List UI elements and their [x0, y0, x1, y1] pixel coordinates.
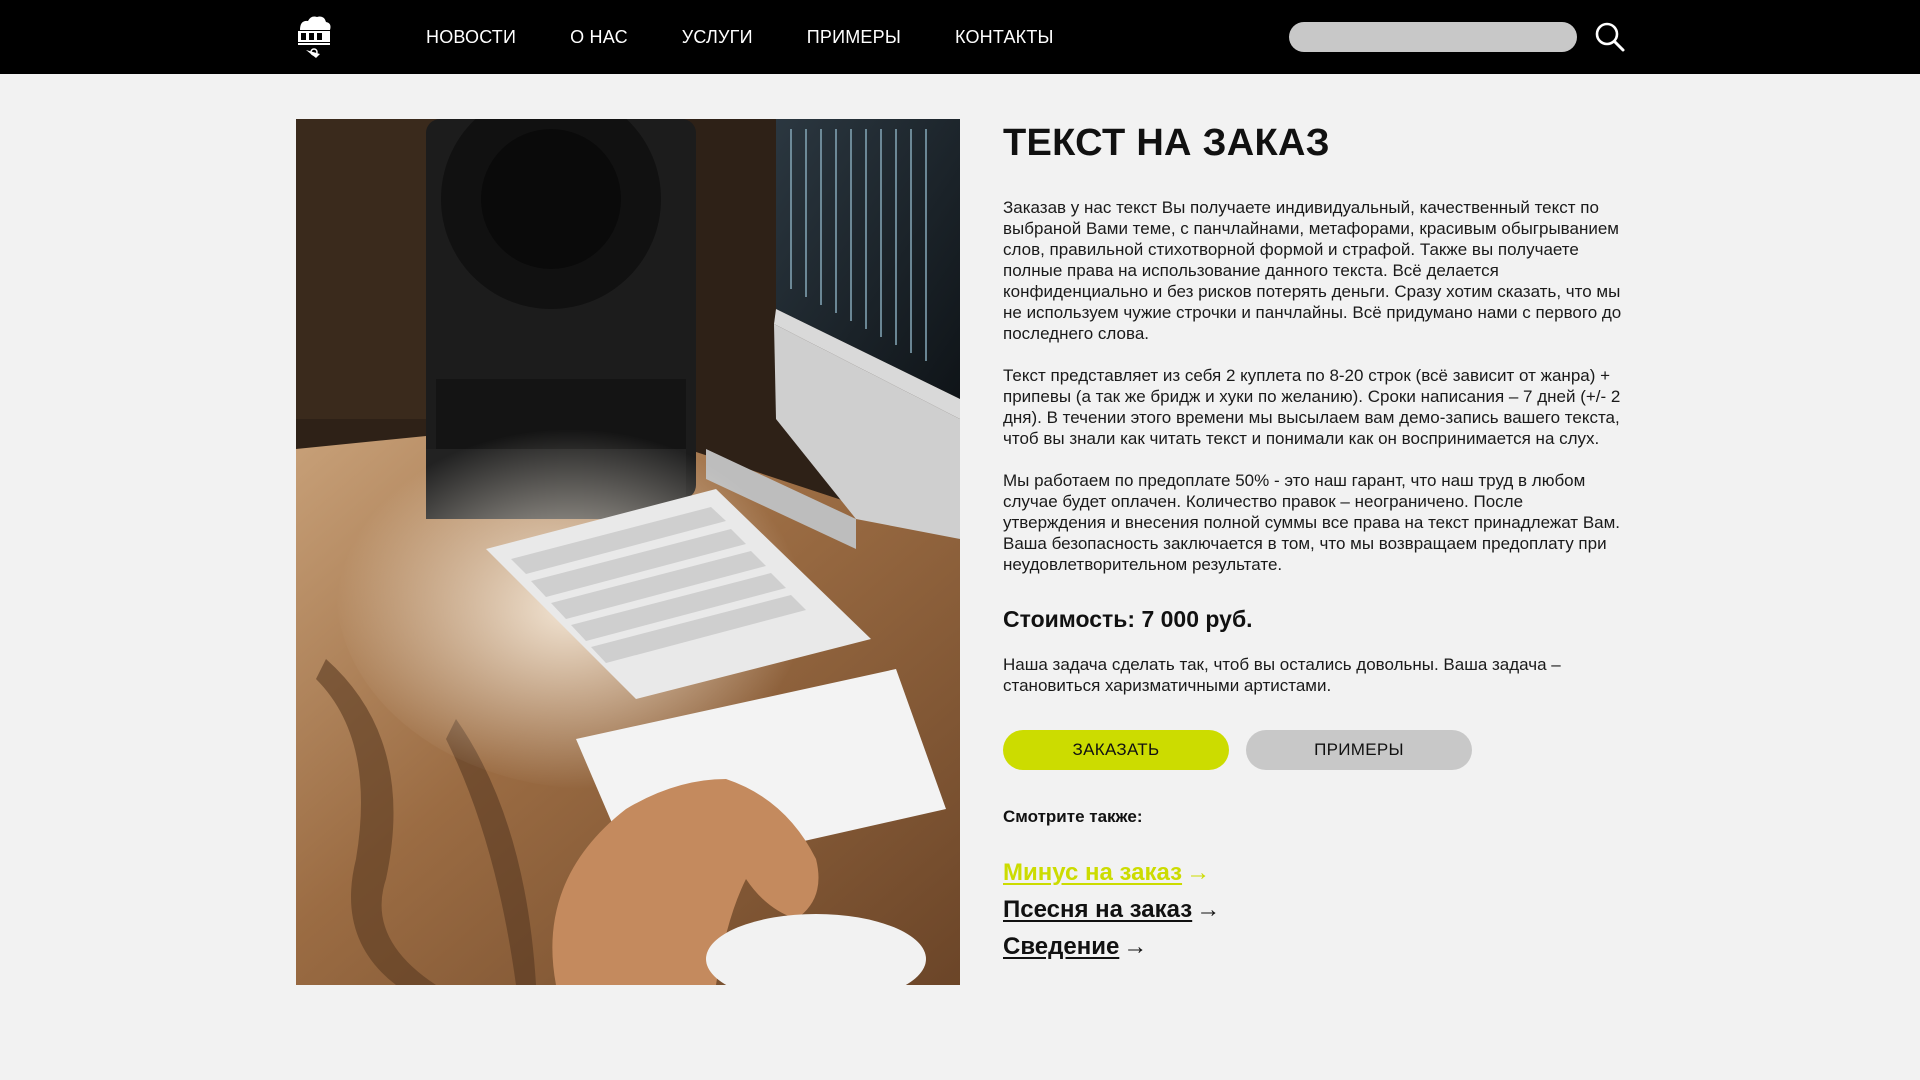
examples-button[interactable]: ПРИМЕРЫ — [1246, 730, 1472, 770]
action-buttons: ЗАКАЗАТЬ ПРИМЕРЫ — [1003, 730, 1625, 770]
description-paragraph-3: Мы работаем по предоплате 50% - это наш … — [1003, 471, 1621, 574]
logo[interactable] — [294, 14, 334, 60]
nav-item-contacts[interactable]: КОНТАКТЫ — [955, 27, 1054, 48]
top-navbar: НОВОСТИ О НАС УСЛУГИ ПРИМЕРЫ КОНТАКТЫ — [0, 0, 1920, 74]
search-icon[interactable] — [1594, 21, 1626, 53]
closing-paragraph: Наша задача сделать так, чтоб вы осталис… — [1003, 655, 1561, 695]
price-label: Стоимость: 7 000 руб. — [1003, 606, 1253, 632]
link-label[interactable]: Псесня на заказ — [1003, 896, 1192, 923]
see-also-link-mixing[interactable]: Сведение → — [1003, 928, 1625, 965]
page-title: ТЕКСТ НА ЗАКАЗ — [1003, 122, 1330, 164]
hero-image-studio-desk — [296, 119, 960, 985]
see-also-link-song[interactable]: Псесня на заказ → — [1003, 891, 1625, 928]
see-also-link-backing-track[interactable]: Минус на заказ → — [1003, 854, 1625, 891]
description-paragraph-1: Заказав у нас текст Вы получаете индивид… — [1003, 198, 1622, 343]
arrow-right-icon: → — [1196, 896, 1221, 923]
nav-item-about[interactable]: О НАС — [570, 27, 628, 48]
link-label[interactable]: Минус на заказ — [1003, 859, 1182, 886]
description-paragraph-2: Текст представляет из себя 2 куплета по … — [1003, 366, 1621, 448]
nav-item-examples[interactable]: ПРИМЕРЫ — [807, 27, 901, 48]
arrow-right-icon: → — [1123, 933, 1148, 960]
main-nav: НОВОСТИ О НАС УСЛУГИ ПРИМЕРЫ КОНТАКТЫ — [426, 0, 1108, 74]
see-also-label: Смотрите также: — [1003, 807, 1143, 826]
see-also-links: Минус на заказ → Псесня на заказ → Сведени… — [1003, 854, 1625, 965]
search-input[interactable] — [1289, 22, 1577, 52]
link-label[interactable]: Сведение — [1003, 933, 1119, 960]
nav-item-news[interactable]: НОВОСТИ — [426, 27, 516, 48]
arrow-right-icon: → — [1186, 859, 1211, 886]
main-content: ТЕКСТ НА ЗАКАЗ Заказав у нас текст Вы по… — [1003, 118, 1625, 965]
nav-item-services[interactable]: УСЛУГИ — [682, 27, 753, 48]
order-button[interactable]: ЗАКАЗАТЬ — [1003, 730, 1229, 770]
